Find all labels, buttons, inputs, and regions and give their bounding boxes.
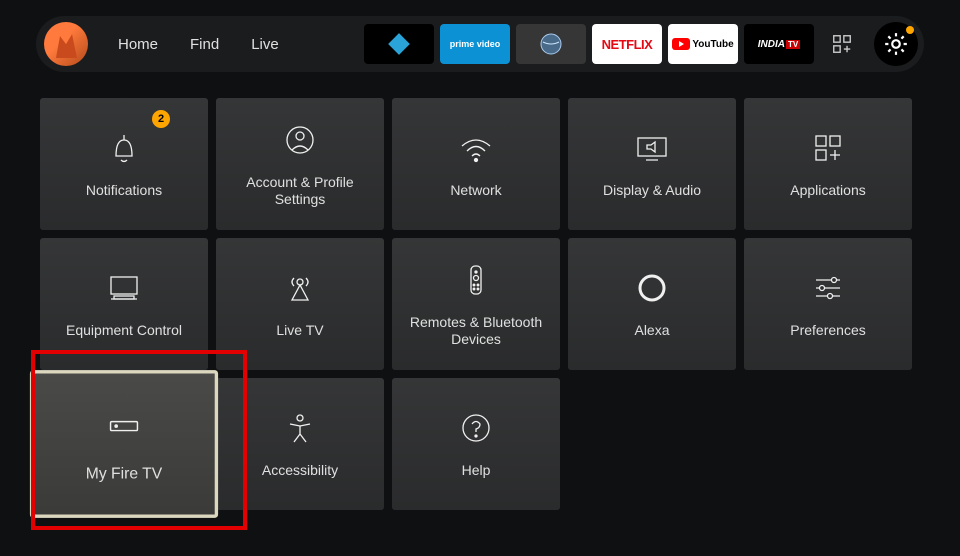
sliders-icon xyxy=(808,268,848,308)
nav-live[interactable]: Live xyxy=(251,36,279,53)
tile-live-tv[interactable]: Live TV xyxy=(216,238,384,370)
tile-network[interactable]: Network xyxy=(392,98,560,230)
tile-label: Help xyxy=(462,462,491,480)
apps-icon xyxy=(808,128,848,168)
alexa-icon xyxy=(632,268,672,308)
tile-label: Account & Profile Settings xyxy=(226,174,374,209)
tile-remotes-bluetooth[interactable]: Remotes & Bluetooth Devices xyxy=(392,238,560,370)
tile-label: My Fire TV xyxy=(86,464,162,484)
help-icon xyxy=(456,408,496,448)
device-icon xyxy=(102,404,147,449)
tile-label: Network xyxy=(450,182,501,200)
display-icon xyxy=(632,128,672,168)
tile-label: Live TV xyxy=(276,322,323,340)
tile-label: Display & Audio xyxy=(603,182,701,200)
tile-alexa[interactable]: Alexa xyxy=(568,238,736,370)
top-navigation-bar: Home Find Live prime video NETFLIX YouTu… xyxy=(36,16,924,72)
app-tile-kodi[interactable] xyxy=(364,24,434,64)
gear-icon xyxy=(883,31,909,57)
tile-label: Alexa xyxy=(634,322,669,340)
remote-icon xyxy=(456,260,496,300)
youtube-play-icon xyxy=(672,38,690,50)
bell-icon xyxy=(104,128,144,168)
tile-label: Remotes & Bluetooth Devices xyxy=(402,314,550,349)
antenna-icon xyxy=(280,268,320,308)
tile-equipment-control[interactable]: Equipment Control xyxy=(40,238,208,370)
tile-label: Applications xyxy=(790,182,866,200)
accessibility-icon xyxy=(280,408,320,448)
tile-account-profile[interactable]: Account & Profile Settings xyxy=(216,98,384,230)
settings-button[interactable] xyxy=(874,22,918,66)
all-apps-button[interactable] xyxy=(820,22,864,66)
notifications-badge: 2 xyxy=(152,110,170,128)
app-tile-india-tv[interactable]: INDIATV xyxy=(744,24,814,64)
tile-my-fire-tv[interactable]: My Fire TV xyxy=(30,370,218,518)
tile-label: Preferences xyxy=(790,322,865,340)
profile-avatar[interactable] xyxy=(44,22,88,66)
tile-notifications[interactable]: 2 Notifications xyxy=(40,98,208,230)
tile-label: Equipment Control xyxy=(66,322,182,340)
tile-label: Accessibility xyxy=(262,462,338,480)
app-tile-prime-video[interactable]: prime video xyxy=(440,24,510,64)
app-tiles-row: prime video NETFLIX YouTube INDIATV xyxy=(364,22,918,66)
wifi-icon xyxy=(456,128,496,168)
settings-notification-dot xyxy=(906,26,914,34)
tv-icon xyxy=(104,268,144,308)
app-tile-youtube[interactable]: YouTube xyxy=(668,24,738,64)
app-tile-browser[interactable] xyxy=(516,24,586,64)
tile-preferences[interactable]: Preferences xyxy=(744,238,912,370)
nav-home[interactable]: Home xyxy=(118,36,158,53)
settings-grid: 2 Notifications Account & Profile Settin… xyxy=(40,98,920,510)
user-icon xyxy=(280,120,320,160)
tile-label: Notifications xyxy=(86,182,162,200)
tile-applications[interactable]: Applications xyxy=(744,98,912,230)
tile-help[interactable]: Help xyxy=(392,378,560,510)
nav-links: Home Find Live xyxy=(118,36,279,53)
tile-accessibility[interactable]: Accessibility xyxy=(216,378,384,510)
nav-find[interactable]: Find xyxy=(190,36,219,53)
tile-display-audio[interactable]: Display & Audio xyxy=(568,98,736,230)
app-tile-netflix[interactable]: NETFLIX xyxy=(592,24,662,64)
